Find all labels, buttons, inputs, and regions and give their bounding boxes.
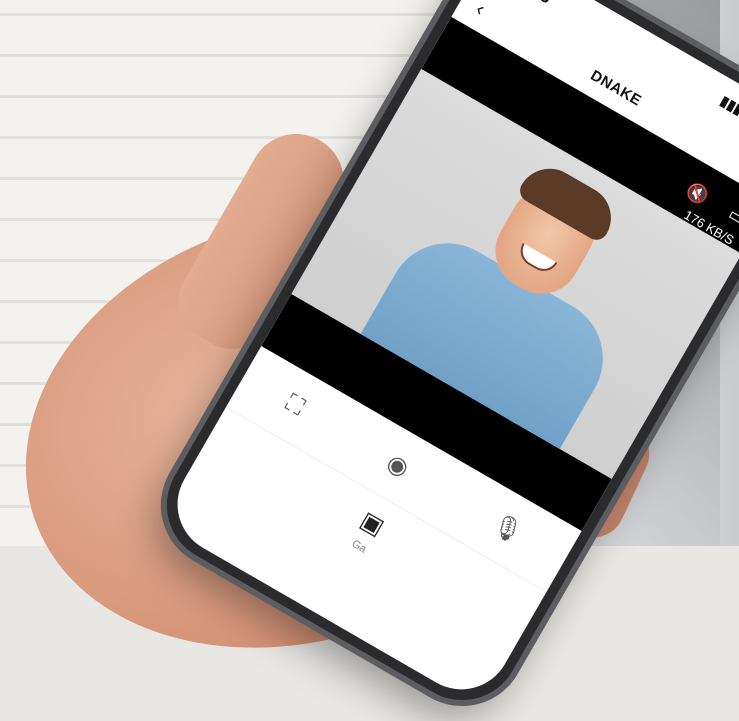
camera-icon[interactable]: ◉ <box>382 448 415 484</box>
capture-frame-icon[interactable]: ⛶ <box>280 389 309 422</box>
tab-gallery[interactable]: ▣ Ga <box>346 506 389 558</box>
gallery-icon: ▣ <box>355 506 389 542</box>
signal-icon: ▮▮▮ <box>718 91 739 118</box>
mute-icon[interactable]: 🔇 <box>682 179 712 208</box>
microphone-icon[interactable]: 🎙 <box>487 508 528 548</box>
chevron-left-icon[interactable]: ‹ <box>472 0 489 21</box>
tab-gallery-label: Ga <box>349 537 369 556</box>
fullscreen-icon[interactable]: ▭ <box>724 204 739 231</box>
